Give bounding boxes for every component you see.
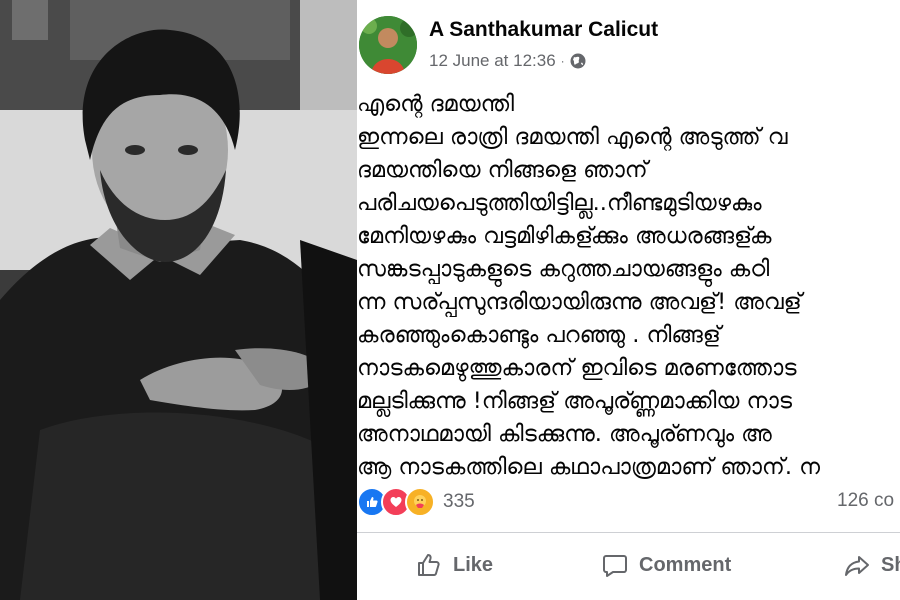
author-avatar[interactable] [359,16,417,74]
globe-icon[interactable] [570,53,586,69]
reactions-summary[interactable]: 335 [357,487,475,517]
reaction-count: 335 [443,491,475,512]
post-text-line: മേനിയഴകും വട്ടമിഴികള്ക്കും അധരങ്ങള്ക [357,223,772,249]
post-text-line: നാടകമെഴുത്തുകാരന് ഇവിടെ മരണത്തോട [357,355,797,381]
share-button[interactable]: Sh [843,551,900,579]
post-body: എന്റെ ദമയന്തി ഇന്നലെ രാത്രി ദമയന്തി എന്റ… [357,88,900,484]
post-text-line: അനാഥമായി കിടക്കുന്നു. അപൂര്ണവും അ [357,421,772,447]
meta-separator: · [560,54,565,68]
post-author-name[interactable]: A Santhakumar Calicut [429,18,658,42]
like-button[interactable]: Like [415,551,493,579]
post-meta: 12 June at 12:36 · [429,51,586,71]
post-text-line: ഇന്നലെ രാത്രി ദമയന്തി എന്റെ അടുത്ത് വ [357,124,788,150]
post-text-line: ആ നാടകത്തിലെ കഥാപാത്രമാണ് ഞാന്. ന [357,454,821,480]
post-timestamp[interactable]: 12 June at 12:36 [429,51,556,71]
like-button-label: Like [453,553,494,576]
comment-button[interactable]: Comment [601,551,731,579]
thumbs-up-icon [418,554,440,576]
care-reaction-icon [405,487,435,517]
post-text-line: എന്റെ ദമയന്തി [357,91,515,117]
comment-button-label: Comment [639,553,732,576]
comment-bubble-icon [603,555,627,577]
comment-count-link[interactable]: 126 co [837,490,894,512]
share-button-label: Sh [881,553,900,576]
action-bar-divider [357,532,900,533]
post-text-line: സങ്കടപ്പാടുകളുടെ കറുത്തചായങ്ങളും കഠി [357,256,770,282]
post-text-line: ദമയന്തിയെ നിങ്ങളെ ഞാന് [357,157,648,183]
facebook-post: A Santhakumar Calicut 12 June at 12:36 ·… [357,0,900,600]
post-text-line: മല്ലടിക്കുന്നു !നിങ്ങള് അപൂര്ണ്ണമാക്കിയ … [357,388,793,414]
post-text-line: പരിചയപെടുത്തിയിട്ടില്ല..നീണ്ടമുടിയഴകും [357,190,762,216]
post-text-line: ന്ന സര്പ്പസുന്ദരിയായിരുന്നു അവള്! അവള് [357,289,802,315]
share-arrow-icon [845,556,869,576]
author-portrait-photo [0,0,357,600]
post-text-line: കരഞ്ഞുംകൊണ്ടും പറഞ്ഞു . നിങ്ങള് [357,322,721,348]
